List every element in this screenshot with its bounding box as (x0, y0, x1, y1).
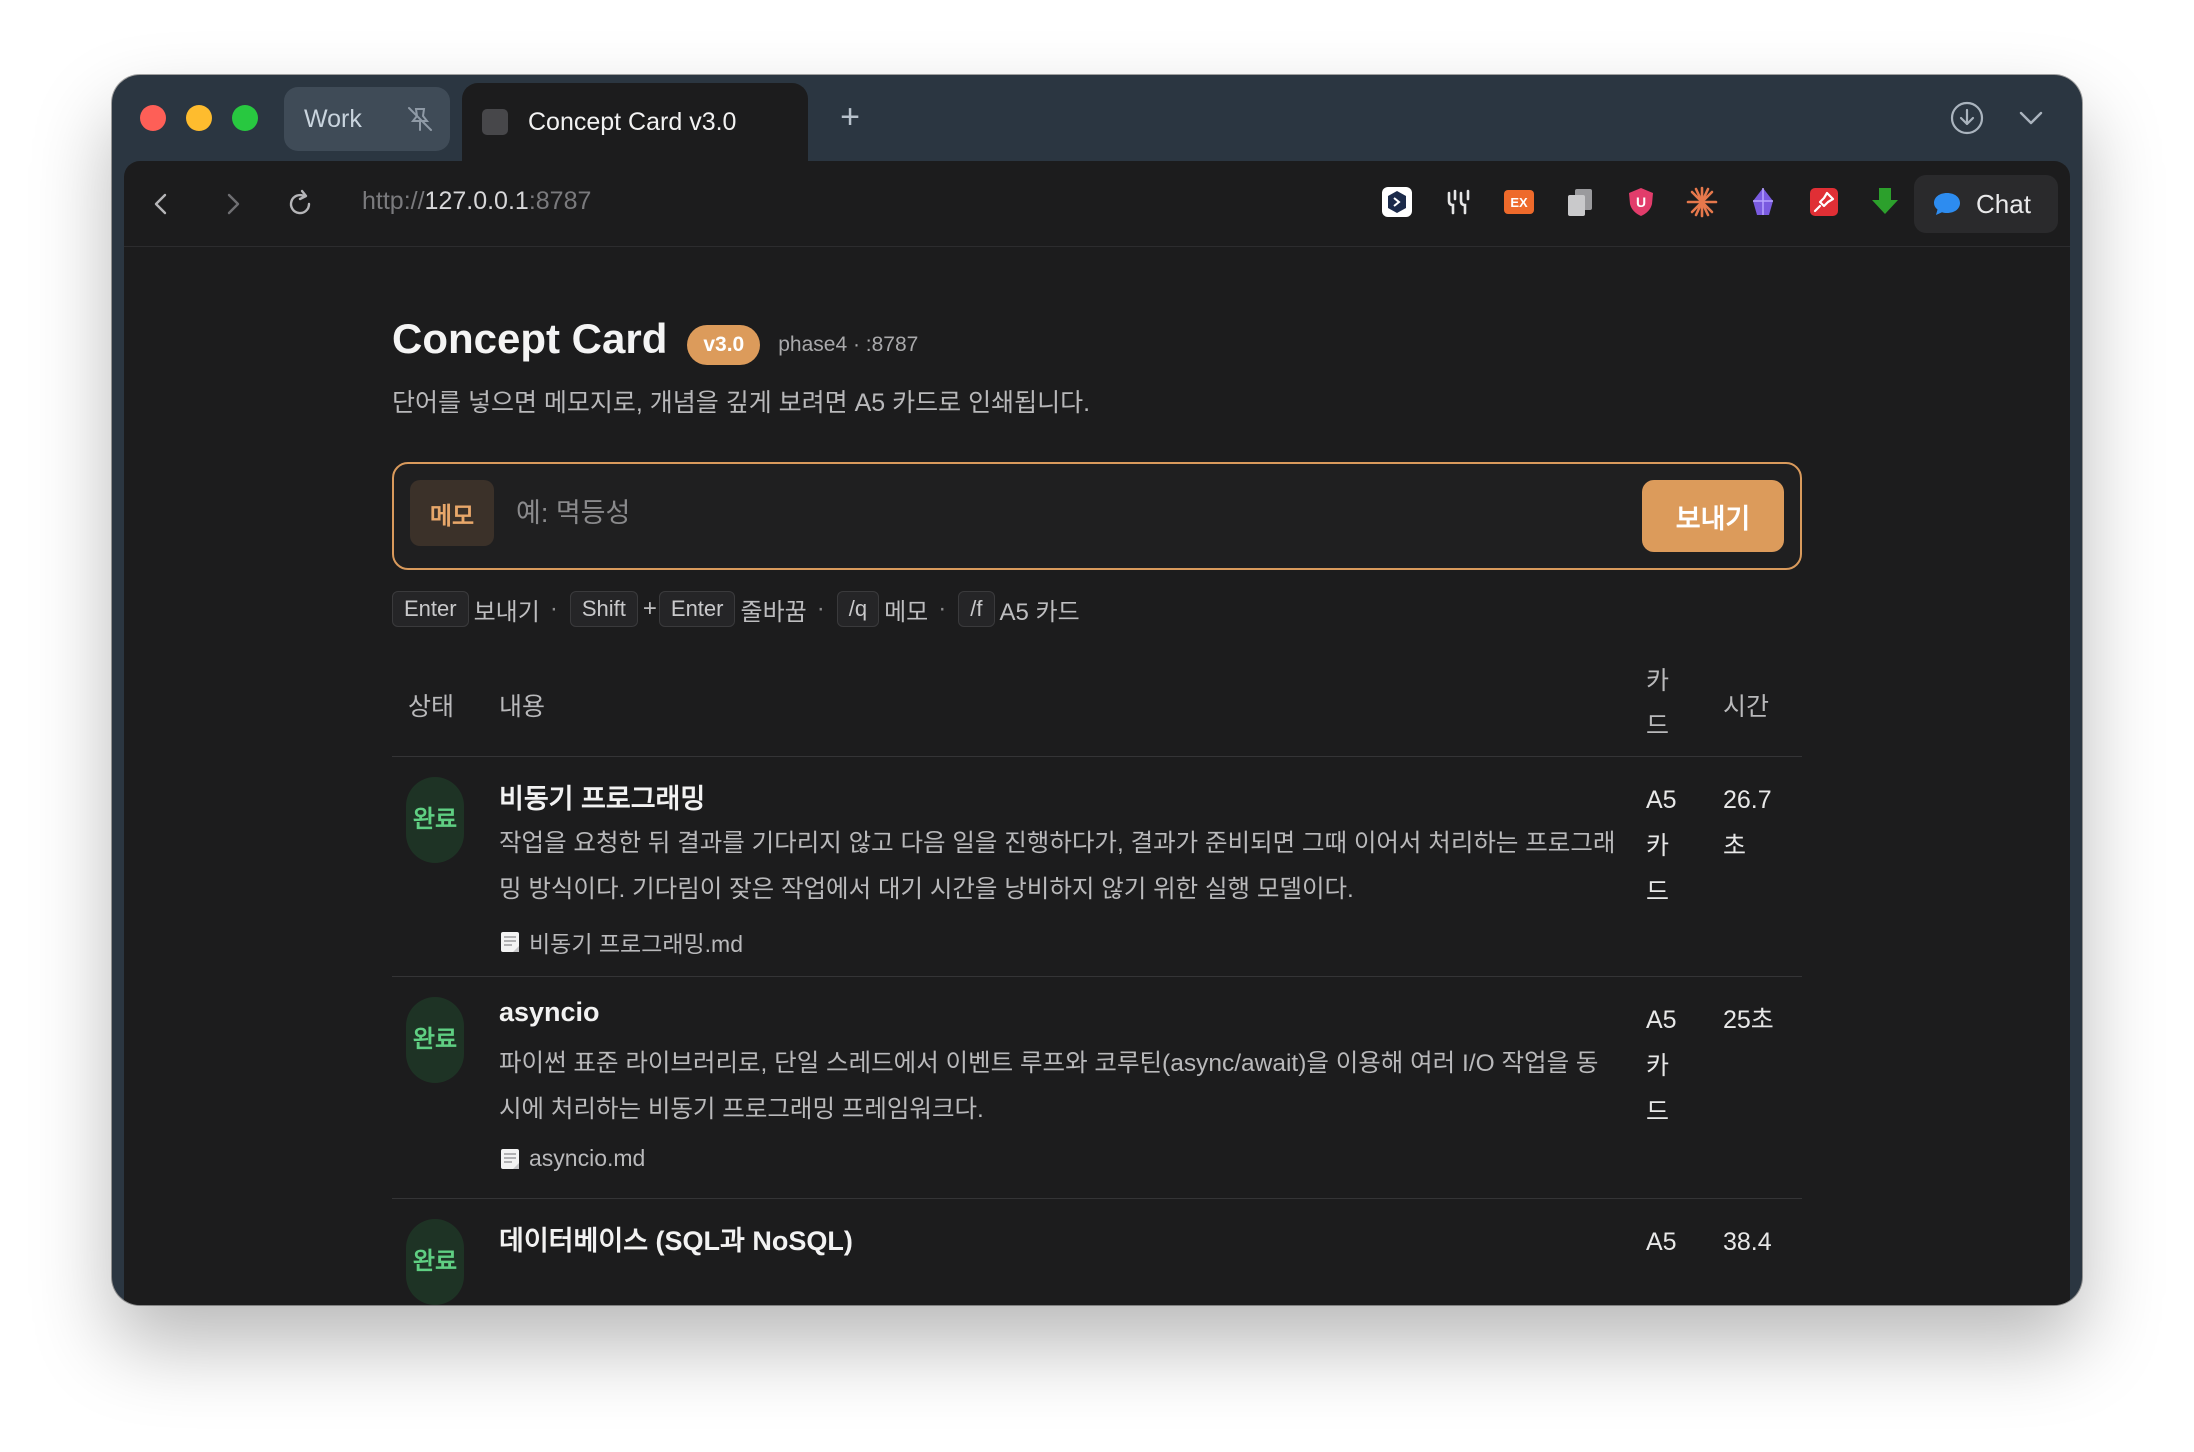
hexagon-code-icon[interactable] (1378, 183, 1416, 221)
send-button[interactable]: 보내기 (1642, 480, 1784, 552)
hint-newline: 줄바꿈 (740, 598, 807, 626)
minimize-window-button[interactable] (186, 105, 212, 131)
memo-file-icon (501, 932, 519, 952)
chat-label: Chat (1976, 188, 2031, 219)
row-title: 데이터베이스 (SQL과 NoSQL) (499, 1226, 853, 1256)
row-file-name: asyncio.md (529, 1145, 646, 1171)
table-row[interactable]: 완료 비동기 프로그래밍 작업을 요청한 뒤 결과를 기다리지 않고 다음 일을… (392, 757, 1802, 977)
history-table: 상태 내용 카드 시간 완료 비동기 프로그래밍 작업을 요청한 뒤 결과를 기… (392, 649, 1802, 1305)
row-time: 26.7초 (1723, 786, 1772, 860)
hint-send: 보내기 (473, 598, 540, 626)
url-host: 127.0.0.1 (424, 187, 529, 215)
url-port: :8787 (528, 187, 592, 215)
tab-group-work[interactable]: Work (284, 87, 450, 151)
ex-badge-icon[interactable]: EX (1500, 183, 1538, 221)
row-title: asyncio (499, 997, 600, 1027)
keyboard-hints: Enter 보내기 · Shift + Enter 줄바꿈 · /q 메모 · … (392, 591, 1086, 627)
address-bar[interactable]: http://127.0.0.1:8787 (362, 187, 591, 216)
svg-text:U: U (1636, 194, 1646, 210)
close-window-button[interactable] (140, 105, 166, 131)
back-icon[interactable] (144, 186, 180, 222)
browser-viewport: http://127.0.0.1:8787 EX U Chat Concept … (124, 161, 2070, 1305)
kbd-f: /f (958, 591, 995, 627)
hint-separator: · (938, 595, 947, 622)
mode-toggle-button[interactable]: 메모 (410, 480, 494, 546)
hint-separator: · (816, 595, 825, 622)
zoom-window-button[interactable] (232, 105, 258, 131)
table-header: 상태 내용 카드 시간 (392, 649, 1802, 757)
tab-group-label: Work (304, 104, 362, 133)
hint-memo: 메모 (884, 598, 929, 626)
red-pin-icon[interactable] (1805, 183, 1843, 221)
kbd-q: /q (836, 591, 880, 627)
svg-text:EX: EX (1510, 195, 1528, 210)
tab-concept-card[interactable]: Concept Card v3.0 (462, 83, 808, 161)
green-download-arrow-icon[interactable] (1866, 183, 1904, 221)
page-header: Concept Card v3.0 phase4 · :8787 (392, 315, 919, 365)
chevron-down-icon[interactable] (2014, 101, 2048, 135)
purple-crystal-icon[interactable] (1744, 183, 1782, 221)
page-title: Concept Card (392, 315, 668, 362)
orange-burst-icon[interactable] (1683, 183, 1721, 221)
phase-label: phase4 · :8787 (778, 333, 919, 356)
row-file-name: 비동기 프로그래밍.md (529, 931, 744, 957)
chat-button[interactable]: Chat (1914, 175, 2058, 233)
kbd-shift: Shift (569, 591, 638, 627)
chat-bubble-icon (1934, 193, 1960, 215)
shield-u-icon[interactable]: U (1622, 183, 1660, 221)
tab-title: Concept Card v3.0 (528, 107, 737, 136)
row-card-type: A5 카드 (1646, 1006, 1677, 1126)
row-file-link[interactable]: asyncio.md (499, 1145, 645, 1172)
status-badge: 완료 (406, 997, 464, 1083)
row-file-link[interactable]: 비동기 프로그래밍.md (499, 925, 743, 959)
pin-off-icon[interactable] (404, 103, 436, 135)
reload-icon[interactable] (282, 186, 318, 222)
row-time: 38.4 (1723, 1228, 1772, 1256)
concept-input[interactable] (514, 488, 1514, 538)
browser-window: Work Concept Card v3.0 + http://127.0.0.… (112, 75, 2082, 1305)
title-bar: Work Concept Card v3.0 + (112, 75, 2082, 161)
table-row[interactable]: 완료 asyncio 파이썬 표준 라이브러리로, 단일 스레드에서 이벤트 루… (392, 977, 1802, 1199)
hint-separator: · (549, 595, 558, 622)
column-status: 상태 (408, 693, 455, 721)
fork-logo-icon[interactable] (1440, 183, 1478, 221)
column-time: 시간 (1723, 693, 1770, 721)
hint-a5-card: A5 카드 (999, 598, 1080, 626)
memo-file-icon (501, 1148, 519, 1169)
forward-icon[interactable] (214, 186, 250, 222)
row-time: 25초 (1723, 1006, 1774, 1034)
column-content: 내용 (499, 693, 546, 721)
url-scheme: http:// (362, 187, 425, 215)
hint-plus: + (642, 595, 657, 622)
page-subtitle: 단어를 넣으면 메모지로, 개념을 깊게 보려면 A5 카드로 인쇄됩니다. (392, 389, 1091, 417)
copy-pages-icon[interactable] (1561, 183, 1599, 221)
kbd-enter: Enter (392, 591, 469, 627)
new-tab-button[interactable]: + (832, 99, 868, 135)
column-card: 카드 (1646, 667, 1670, 740)
browser-toolbar: http://127.0.0.1:8787 EX U Chat (124, 161, 2070, 247)
download-icon[interactable] (1948, 99, 1986, 137)
row-title: 비동기 프로그래밍 (499, 784, 706, 814)
kbd-enter-2: Enter (658, 591, 736, 627)
composer: 메모 보내기 (392, 462, 1802, 570)
table-row[interactable]: 완료 데이터베이스 (SQL과 NoSQL) A5 38.4 (392, 1199, 1802, 1305)
status-badge: 완료 (406, 1219, 464, 1305)
status-badge: 완료 (406, 777, 464, 863)
page-favicon-icon (482, 109, 508, 135)
row-card-type: A5 (1646, 1228, 1677, 1256)
row-description: 작업을 요청한 뒤 결과를 기다리지 않고 다음 일을 진행하다가, 결과가 준… (499, 830, 1616, 903)
row-card-type: A5 카드 (1646, 786, 1677, 906)
row-description: 파이썬 표준 라이브러리로, 단일 스레드에서 이벤트 루프와 코루틴(asyn… (499, 1050, 1599, 1123)
version-badge: v3.0 (687, 325, 761, 365)
